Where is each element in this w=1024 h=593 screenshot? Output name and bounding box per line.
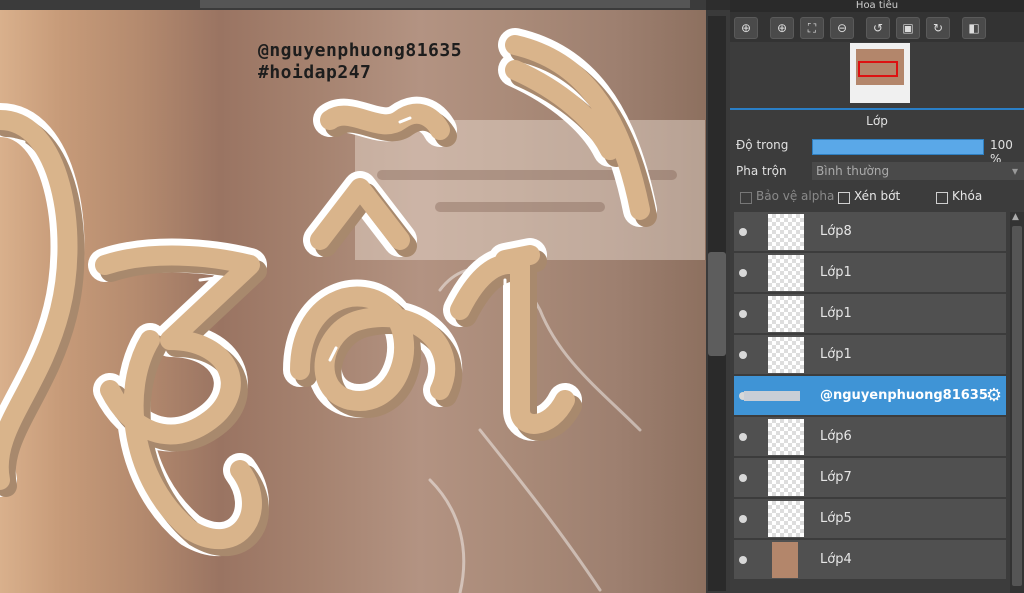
scroll-up-icon[interactable]: ▲ xyxy=(1012,212,1019,222)
visibility-eye-icon[interactable] xyxy=(739,433,747,441)
layer-name: Lớp1 xyxy=(820,306,852,321)
visibility-eye-icon[interactable] xyxy=(739,474,747,482)
flip-button[interactable]: ◧ xyxy=(962,17,986,39)
layer-name: Lớp5 xyxy=(820,511,852,526)
layer-row[interactable]: Lớp4 xyxy=(734,540,1006,580)
blend-mode-value: Bình thường xyxy=(816,164,890,178)
navigator-title: Hoa tiêu xyxy=(730,0,1024,12)
layer-thumbnail xyxy=(768,214,804,250)
drawing-canvas[interactable]: @nguyenphuong81635 #hoidap247 xyxy=(0,0,706,593)
zoom-out-button[interactable]: ⊖ xyxy=(830,17,854,39)
layer-name: Lớp7 xyxy=(820,470,852,485)
layer-row[interactable]: Lớp1 xyxy=(734,294,1006,334)
fit-screen-button[interactable]: ⛶ xyxy=(800,17,824,39)
right-panel: Hoa tiêu ⊕ ⊕ ⛶ ⊖ ↺ ▣ ↻ ◧ Lớp Độ trong 100 % Pha… xyxy=(730,0,1024,593)
layer-row[interactable]: Lớp5 xyxy=(734,499,1006,539)
zoom-fit-icon: ⊕ xyxy=(740,21,752,35)
visibility-eye-icon[interactable] xyxy=(739,310,747,318)
layer-row[interactable]: Lớp6 xyxy=(734,417,1006,457)
canvas-vertical-scrollbar[interactable] xyxy=(706,10,730,593)
watermark-username: @nguyenphuong81635 xyxy=(258,40,463,61)
watermark-hashtag: #hoidap247 xyxy=(258,62,372,83)
layer-name: Lớp1 xyxy=(820,265,852,280)
navigator-toolbar: ⊕ ⊕ ⛶ ⊖ ↺ ▣ ↻ ◧ xyxy=(730,12,1024,42)
chevron-down-icon: ▾ xyxy=(1011,164,1018,178)
blend-label: Pha trộn xyxy=(736,164,787,178)
reset-view-button[interactable]: ▣ xyxy=(896,17,920,39)
gear-icon[interactable]: ⚙ xyxy=(986,385,1002,406)
layer-name: Lớp4 xyxy=(820,552,852,567)
layer-list: Lớp8 Lớp1 Lớp1 Lớp1 @nguyenphuong81635 ⚙ Lớp6 L… xyxy=(734,212,1010,590)
clipping-checkbox[interactable] xyxy=(838,192,850,204)
visibility-eye-icon[interactable] xyxy=(739,228,747,236)
lettering-artwork xyxy=(0,28,657,593)
layer-thumbnail xyxy=(744,391,800,401)
layer-list-scrollbar[interactable]: ▲ xyxy=(1010,212,1024,593)
visibility-eye-icon[interactable] xyxy=(739,556,747,564)
opacity-row: Độ trong 100 % xyxy=(730,134,1024,166)
navigator-preview[interactable] xyxy=(850,43,910,103)
rotate-left-button[interactable]: ↺ xyxy=(866,17,890,39)
layer-name: Lớp8 xyxy=(820,224,852,239)
layer-name: Lớp6 xyxy=(820,429,852,444)
layer-thumbnail xyxy=(768,296,804,332)
blend-row: Pha trộn Bình thường ▾ xyxy=(730,160,1024,184)
layer-options-row: Bảo vệ alpha Xén bớt Khóa xyxy=(730,186,1024,210)
layer-row[interactable]: Lớp7 xyxy=(734,458,1006,498)
fit-screen-icon: ⛶ xyxy=(807,21,817,35)
canvas-top-strip xyxy=(0,0,706,10)
opacity-label: Độ trong xyxy=(736,138,789,152)
visibility-eye-icon[interactable] xyxy=(739,351,747,359)
viewport-frame[interactable] xyxy=(858,61,898,77)
scrollbar-thumb[interactable] xyxy=(708,252,726,356)
protect-alpha-checkbox[interactable] xyxy=(740,192,752,204)
visibility-eye-icon[interactable] xyxy=(739,515,747,523)
layer-thumbnail xyxy=(768,419,804,455)
layer-name: @nguyenphuong81635 xyxy=(820,388,988,403)
opacity-slider[interactable] xyxy=(812,139,984,155)
flip-icon: ◧ xyxy=(968,21,980,35)
layer-row[interactable]: Lớp1 xyxy=(734,253,1006,293)
layer-row[interactable]: Lớp1 xyxy=(734,335,1006,375)
visibility-eye-icon[interactable] xyxy=(739,269,747,277)
layer-thumbnail xyxy=(768,337,804,373)
rotate-right-button[interactable]: ↻ xyxy=(926,17,950,39)
zoom-in-icon: ⊕ xyxy=(776,21,788,35)
layer-scroll-thumb[interactable] xyxy=(1012,226,1022,586)
layer-thumbnail xyxy=(768,460,804,496)
zoom-fit-button[interactable]: ⊕ xyxy=(734,17,758,39)
rotate-right-icon: ↻ xyxy=(932,21,944,35)
layer-row[interactable]: @nguyenphuong81635 ⚙ xyxy=(734,376,1006,416)
layer-panel-title: Lớp xyxy=(730,110,1024,132)
blend-mode-select[interactable]: Bình thường ▾ xyxy=(812,162,1024,180)
layer-name: Lớp1 xyxy=(820,347,852,362)
rotate-left-icon: ↺ xyxy=(872,21,884,35)
layer-thumbnail xyxy=(772,542,798,578)
zoom-out-icon: ⊖ xyxy=(836,21,848,35)
clipping-label: Xén bớt xyxy=(854,189,901,203)
layer-row[interactable]: Lớp8 xyxy=(734,212,1006,252)
layer-thumbnail xyxy=(768,255,804,291)
layer-thumbnail xyxy=(768,501,804,537)
zoom-in-button[interactable]: ⊕ xyxy=(770,17,794,39)
reset-view-icon: ▣ xyxy=(902,21,914,35)
protect-alpha-label: Bảo vệ alpha xyxy=(756,189,835,203)
lock-label: Khóa xyxy=(952,189,983,203)
lock-checkbox[interactable] xyxy=(936,192,948,204)
